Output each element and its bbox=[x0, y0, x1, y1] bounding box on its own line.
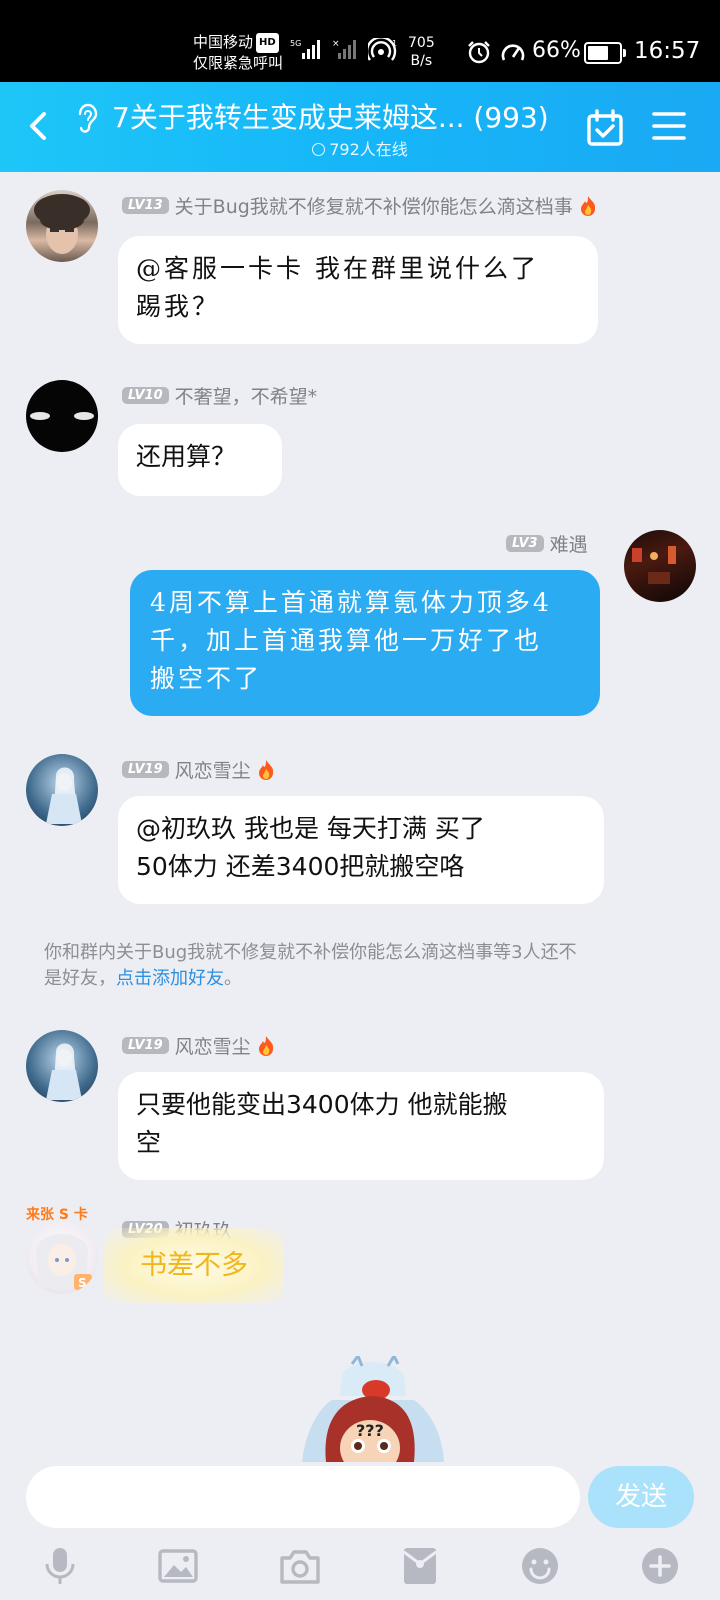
message-input[interactable] bbox=[26, 1466, 580, 1528]
online-status-icon bbox=[312, 143, 326, 156]
red-packet-icon[interactable] bbox=[400, 1546, 440, 1586]
svg-text:5G: 5G bbox=[290, 39, 301, 48]
sender-name[interactable]: 难遇 bbox=[550, 530, 588, 557]
sender-meta: LV19 风恋雪尘 bbox=[122, 756, 275, 783]
sender-meta: LV19 风恋雪尘 bbox=[122, 1032, 275, 1059]
level-badge: LV10 bbox=[122, 387, 169, 404]
level-badge: LV3 bbox=[506, 535, 544, 552]
input-bar: 发送 bbox=[0, 1462, 720, 1600]
avatar[interactable] bbox=[26, 1030, 98, 1102]
emoji-sticker[interactable]: ??? bbox=[292, 1356, 454, 1462]
message-bubble-mine[interactable]: 4周不算上首通就算氪体力顶多4 千，加上首通我算他一万好了也 搬空不了 bbox=[130, 570, 600, 716]
battery-percent: 66% bbox=[532, 38, 581, 63]
add-friend-notice: 你和群内关于Bug我就不修复就不补偿你能怎么滴这档事等3人还不 是好友，点击添加… bbox=[44, 940, 684, 992]
message-text: @初玖玖 我也是 每天打满 买了 bbox=[136, 814, 485, 843]
message-text: 空 bbox=[136, 1128, 162, 1157]
data-saver-icon bbox=[501, 44, 525, 61]
ear-icon[interactable] bbox=[76, 102, 98, 134]
level-badge: LV13 bbox=[122, 197, 169, 214]
microphone-icon[interactable] bbox=[40, 1546, 80, 1586]
emergency-only-text: 仅限紧急呼叫 bbox=[193, 54, 284, 72]
message-text: 千，加上首通我算他一万好了也 bbox=[150, 626, 543, 655]
level-badge: LV19 bbox=[122, 1037, 169, 1054]
message-text: 4周不算上首通就算氪体力顶多4 bbox=[150, 588, 552, 617]
sender-name[interactable]: 关于Bug我就不修复就不补偿你能怎么滴这档事 bbox=[175, 192, 573, 219]
fire-icon bbox=[258, 759, 273, 780]
sender-name[interactable]: 风恋雪尘 bbox=[175, 756, 251, 783]
message-text: 还用算？ bbox=[136, 442, 237, 471]
sender-name[interactable]: 风恋雪尘 bbox=[175, 1032, 251, 1059]
message-text: 只要他能变出3400体力 他就能搬 bbox=[136, 1090, 508, 1119]
svg-text:1: 1 bbox=[392, 39, 397, 48]
message-text: 搬空不了 bbox=[150, 664, 263, 693]
svg-text:×: × bbox=[332, 39, 340, 49]
avatar[interactable] bbox=[26, 190, 98, 262]
menu-icon[interactable] bbox=[652, 110, 686, 142]
notice-text: 。 bbox=[224, 968, 242, 989]
status-bar: 中国移动 HD 仅限紧急呼叫 5G × 1 705 B/s 66% 16:57 bbox=[0, 0, 720, 82]
emoji-icon[interactable] bbox=[520, 1546, 560, 1586]
message-text: @客服一卡卡 我在群里说什么了 bbox=[136, 254, 539, 283]
add-friend-link[interactable]: 点击添加好友 bbox=[116, 968, 224, 989]
message-bubble[interactable]: @客服一卡卡 我在群里说什么了 踢我？ bbox=[118, 236, 598, 344]
message-text: 踢我？ bbox=[136, 292, 221, 321]
online-count-text: 792人在线 bbox=[329, 140, 408, 159]
message-text: 50体力 还差3400把就搬空咯 bbox=[136, 852, 465, 881]
signal-nosim-icon: × bbox=[332, 39, 356, 59]
carrier-name: 中国移动 bbox=[193, 33, 254, 51]
avatar[interactable] bbox=[26, 380, 98, 452]
avatar[interactable] bbox=[624, 530, 696, 602]
net-speed-value: 705 bbox=[408, 35, 435, 51]
carrier-info: 中国移动 HD 仅限紧急呼叫 bbox=[193, 32, 283, 73]
group-title[interactable]: 7关于我转生变成史莱姆这... (993) bbox=[112, 96, 572, 136]
message-bubble[interactable]: 只要他能变出3400体力 他就能搬 空 bbox=[118, 1072, 604, 1180]
net-speed: 705 B/s bbox=[408, 34, 435, 70]
chat-header: 7关于我转生变成史莱姆这... (993) 792人在线 bbox=[0, 82, 720, 172]
sender-name[interactable]: 不奢望，不希望* bbox=[175, 382, 318, 409]
notice-text: 你和群内关于Bug我就不修复就不补偿你能怎么滴这档事等3人还不 bbox=[44, 942, 577, 963]
image-icon[interactable] bbox=[158, 1546, 198, 1586]
send-button[interactable]: 发送 bbox=[588, 1466, 694, 1528]
net-speed-unit: B/s bbox=[410, 53, 433, 69]
avatar[interactable] bbox=[26, 754, 98, 826]
calendar-checkin-icon[interactable] bbox=[586, 108, 624, 148]
level-badge: LV19 bbox=[122, 761, 169, 778]
avatar[interactable]: S bbox=[26, 1222, 98, 1294]
fire-icon bbox=[580, 195, 595, 216]
svg-text:S: S bbox=[78, 1276, 87, 1290]
sender-meta: LV3 难遇 bbox=[506, 530, 588, 557]
sticker-question-marks: ??? bbox=[356, 1421, 384, 1440]
camera-icon[interactable] bbox=[280, 1546, 320, 1586]
message-bubble[interactable]: 还用算？ bbox=[118, 424, 282, 496]
clock: 16:57 bbox=[634, 38, 701, 64]
fire-icon bbox=[258, 1035, 273, 1056]
hd-badge: HD bbox=[256, 33, 279, 53]
message-bubble[interactable]: @初玖玖 我也是 每天打满 买了 50体力 还差3400把就搬空咯 bbox=[118, 796, 604, 904]
avatar-badge: 来张 S 卡 bbox=[26, 1207, 88, 1223]
alarm-icon bbox=[468, 41, 490, 64]
battery-icon bbox=[584, 42, 626, 64]
hotspot-icon: 1 bbox=[368, 38, 397, 61]
plus-icon[interactable] bbox=[640, 1546, 680, 1586]
sender-meta: LV10 不奢望，不希望* bbox=[122, 382, 317, 409]
signal-5g-icon: 5G bbox=[290, 39, 320, 59]
sender-meta: LV13 关于Bug我就不修复就不补偿你能怎么滴这档事 bbox=[122, 192, 597, 219]
message-bubble-decorated[interactable]: 书差不多 bbox=[104, 1228, 284, 1304]
notice-text: 是好友， bbox=[44, 968, 116, 989]
